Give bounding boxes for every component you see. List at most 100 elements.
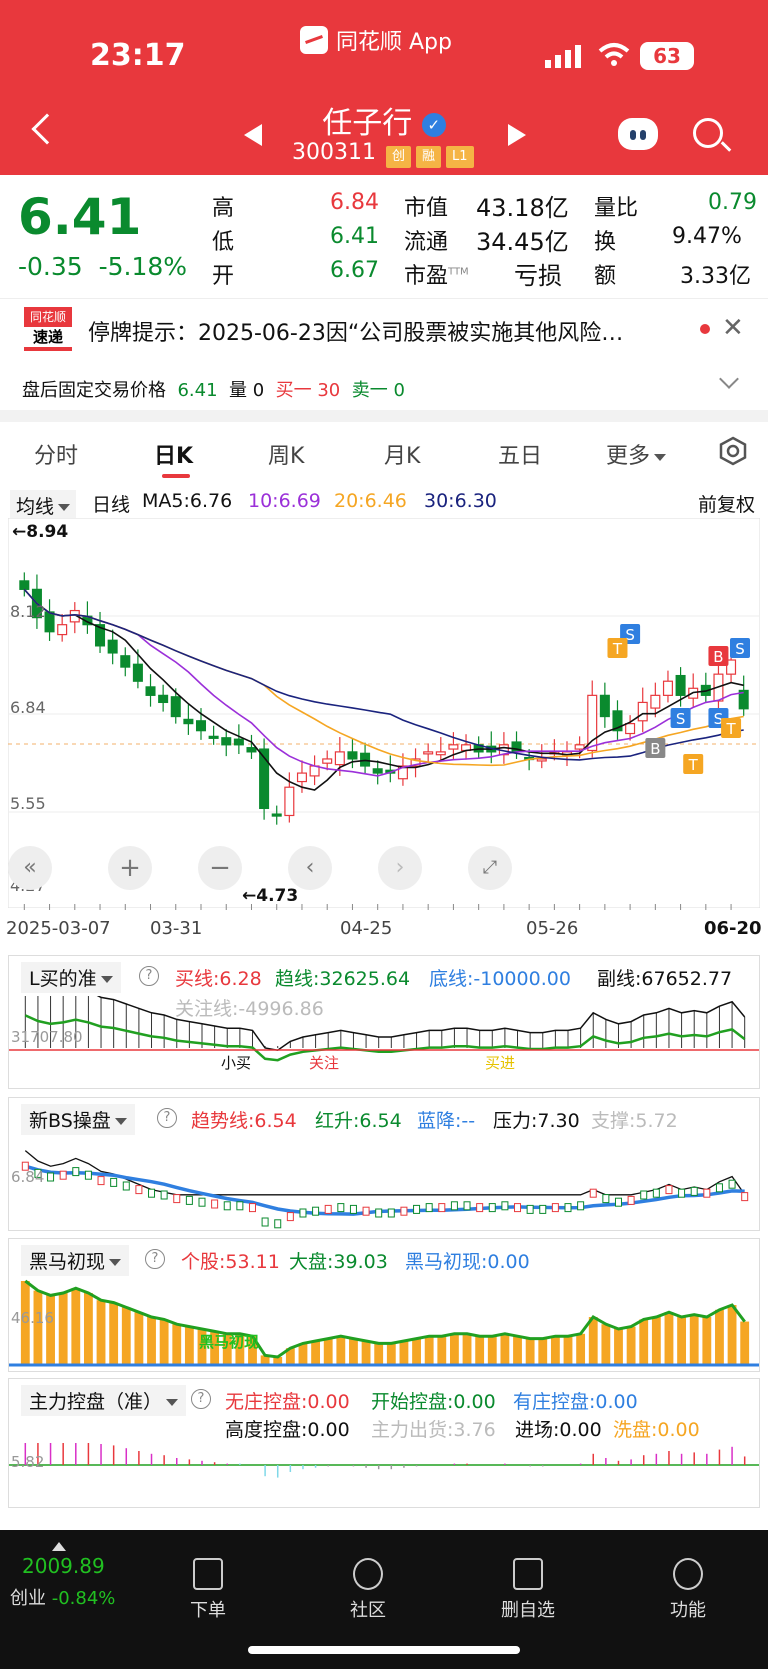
app-title: 同花顺 App [300, 24, 452, 56]
nav-order[interactable]: 下单 [168, 1558, 248, 1622]
suspension-notice[interactable]: 同花顺 速递 停牌提示：2025-06-23因“公司股票被实施其他风险… ✕ [0, 298, 768, 358]
candle-body [574, 744, 585, 750]
ind2-candle [652, 1188, 660, 1198]
indicator-panel-horse[interactable]: 黑马初现 ? 个股:53.11 大盘:39.03 黑马初现:0.00 46.16… [8, 1238, 760, 1372]
ind3-bar [563, 1336, 573, 1365]
indicator-horse-chart [9, 1279, 759, 1367]
candle-body [170, 696, 181, 718]
next-stock-icon[interactable] [508, 124, 526, 146]
candle-body [195, 720, 207, 732]
ind2-candle [122, 1181, 130, 1191]
ind3-bar [550, 1336, 560, 1365]
price-change: -0.35 -5.18% [18, 252, 188, 281]
scroll-left-button[interactable]: ‹ [288, 846, 332, 890]
ind3-horse: 黑马初现:0.00 [405, 1251, 530, 1273]
candle-body [44, 611, 55, 633]
ind3-bar [538, 1338, 548, 1365]
scroll-right-button[interactable]: › [378, 846, 422, 890]
index-value[interactable]: 2009.89 [22, 1554, 105, 1578]
help-icon[interactable]: ? [145, 1249, 165, 1269]
indicator-l-chart [9, 996, 759, 1062]
help-icon[interactable]: ? [139, 966, 159, 986]
ind2-candle [375, 1208, 383, 1218]
search-icon[interactable] [693, 118, 723, 148]
tab-more[interactable]: 更多 [606, 438, 667, 470]
order-doc-icon [193, 1558, 223, 1590]
tab-daily-k[interactable]: 日K [154, 438, 193, 470]
ind3-bar [500, 1333, 510, 1365]
indicator-select-control[interactable]: 主力控盘（准） [21, 1385, 187, 1416]
indicator-panel-l[interactable]: L买的准 ? 买线:6.28 趋线:32625.64 底线:-10000.00 … [8, 955, 760, 1089]
candle-body [107, 639, 118, 654]
ind3-bar [576, 1333, 586, 1365]
ind2-trend-line [24, 1164, 745, 1216]
candle-body [246, 747, 257, 753]
ind2-candle [438, 1203, 446, 1213]
mcap-value: 43.18亿 [476, 194, 569, 222]
stock-code: 300311 [292, 140, 376, 165]
candle-body [536, 758, 547, 762]
help-icon[interactable]: ? [191, 1389, 211, 1409]
ind3-stock: 个股:53.11 [181, 1251, 280, 1273]
ind2-candle [564, 1203, 572, 1213]
x-axis-ticks [23, 904, 732, 910]
ind3-bar [336, 1336, 346, 1365]
index-row[interactable]: 创业 -0.84% [10, 1584, 115, 1610]
zoom-out-button[interactable]: − [198, 846, 242, 890]
ind2-candle [413, 1204, 421, 1214]
candle-body [132, 663, 143, 682]
help-icon[interactable]: ? [157, 1108, 177, 1128]
ind2-candle [160, 1190, 168, 1200]
ind3-bar [437, 1336, 447, 1365]
tab-five-day[interactable]: 五日 [498, 438, 542, 470]
indicator-panel-bs[interactable]: 新BS操盘 ? 趋势线:6.54 红升:6.54 蓝降:-- 压力:7.30 支… [8, 1097, 760, 1231]
ind2-candle [614, 1197, 622, 1207]
ma20-value: 20:6.46 [334, 490, 407, 512]
app-logo-icon [300, 26, 328, 54]
candle-body [145, 686, 156, 696]
settings-hex-icon[interactable] [718, 436, 748, 466]
open-value: 6.67 [330, 258, 379, 283]
candle-body [284, 786, 295, 817]
nav-functions[interactable]: 功能 [648, 1558, 728, 1622]
ind2-candle [425, 1203, 433, 1213]
nav-community[interactable]: 社区 [328, 1558, 408, 1622]
ind2-candle [261, 1217, 269, 1227]
tab-intraday[interactable]: 分时 [34, 438, 78, 470]
svg-text:T: T [612, 640, 623, 658]
zoom-in-button[interactable]: + [108, 846, 152, 890]
chevron-down-icon[interactable] [719, 369, 739, 389]
indicator-panel-control[interactable]: 主力控盘（准） ? 无庄控盘:0.00 开始控盘:0.00 有庄控盘:0.00 … [8, 1378, 760, 1508]
close-icon[interactable]: ✕ [722, 313, 744, 343]
candle-body [221, 737, 232, 746]
ind3-bar [172, 1324, 182, 1365]
ind2-candle [135, 1185, 143, 1195]
tab-weekly-k[interactable]: 周K [268, 438, 304, 470]
ind2-candle [741, 1192, 749, 1202]
bottom-nav: 2009.89 创业 -0.84% 下单 社区 删自选 功能 [0, 1530, 768, 1669]
tag-rong: 融 [416, 146, 442, 168]
ind3-bar [449, 1333, 459, 1365]
expand-up-icon[interactable] [52, 1542, 66, 1551]
collapse-button[interactable]: « [8, 846, 52, 890]
indicator-select-l[interactable]: L买的准 [21, 962, 121, 993]
after-hours-row[interactable]: 盘后固定交易价格 6.41 量 0 买一 30 卖一 0 [22, 376, 405, 402]
ind3-bar [740, 1321, 750, 1365]
nav-remove-watch[interactable]: 删自选 [488, 1558, 568, 1622]
tab-monthly-k[interactable]: 月K [384, 438, 420, 470]
ind3-bar [374, 1343, 384, 1365]
ind3-bar [399, 1341, 409, 1365]
tab-underline [162, 474, 190, 478]
tag-chuang: 创 [386, 146, 412, 168]
ind3-bar [689, 1314, 699, 1365]
robot-assistant-icon[interactable] [618, 118, 658, 150]
ma-type-select[interactable]: 均线 [10, 490, 77, 521]
fullscreen-button[interactable]: ⤢ [468, 846, 512, 890]
adjust-mode[interactable]: 前复权 [698, 490, 755, 517]
indicator-select-bs[interactable]: 新BS操盘 [21, 1104, 135, 1135]
x-tick-3: 05-26 [526, 918, 579, 939]
indicator-select-horse[interactable]: 黑马初现 [21, 1245, 130, 1276]
candle-body [625, 723, 636, 735]
ind3-bar [727, 1305, 737, 1365]
ind2-candle [72, 1167, 80, 1177]
